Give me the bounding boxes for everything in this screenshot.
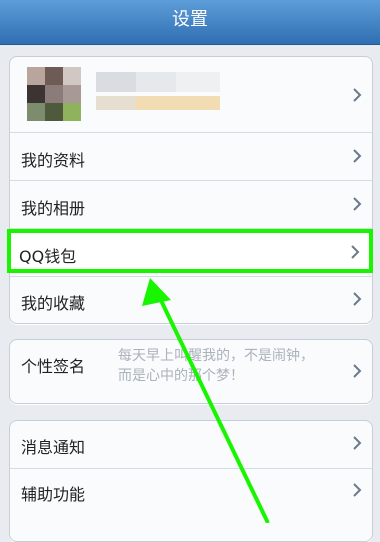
menu-item-label: 消息通知	[21, 438, 86, 457]
menu-item-my-profile[interactable]: 我的资料	[10, 133, 372, 180]
signature-label: 个性签名	[21, 357, 86, 376]
menu-item-accessibility[interactable]: 辅助功能	[10, 469, 372, 516]
page-title: 设置	[172, 9, 208, 30]
chevron-right-icon	[353, 197, 362, 211]
menu-item-notifications[interactable]: 消息通知	[10, 421, 372, 468]
menu-item-label: 我的收藏	[21, 294, 86, 313]
chevron-right-icon	[353, 483, 362, 497]
chevron-right-icon	[353, 292, 362, 306]
signature-group: 个性签名 每天早上叫醒我的，不是闹钟，而是心中的那个梦！	[9, 339, 373, 404]
menu-item-label: 辅助功能	[21, 485, 86, 504]
menu-item-signature[interactable]: 个性签名 每天早上叫醒我的，不是闹钟，而是心中的那个梦！	[10, 340, 372, 403]
chevron-right-icon	[353, 364, 362, 378]
menu-item-label: QQ钱包	[19, 247, 77, 266]
profile-name-blurred	[96, 72, 220, 110]
chevron-right-icon	[353, 88, 362, 102]
title-bar: 设置	[0, 0, 380, 45]
chevron-right-icon	[353, 149, 362, 163]
menu-item-label: 我的资料	[21, 151, 86, 170]
chevron-right-icon	[353, 436, 362, 450]
avatar	[27, 67, 81, 121]
settings-group: 消息通知 辅助功能	[9, 420, 373, 542]
profile-group: 我的资料 我的相册 我的收藏	[9, 56, 373, 324]
profile-row[interactable]	[10, 57, 372, 132]
signature-text: 每天早上叫醒我的，不是闹钟，而是心中的那个梦！	[118, 348, 314, 384]
chevron-right-icon	[351, 245, 360, 259]
menu-item-my-favorites[interactable]: 我的收藏	[10, 277, 372, 323]
menu-item-qq-wallet[interactable]: QQ钱包	[7, 229, 373, 273]
menu-item-label: 我的相册	[21, 199, 86, 218]
menu-item-my-album[interactable]: 我的相册	[10, 181, 372, 228]
